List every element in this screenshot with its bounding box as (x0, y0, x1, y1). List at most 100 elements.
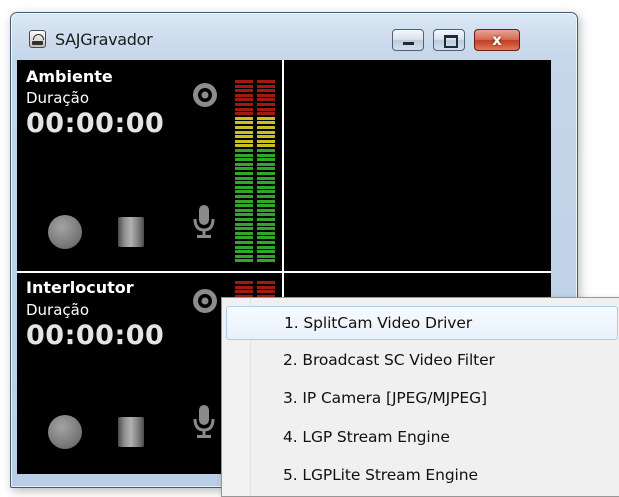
vu-segment (257, 139, 275, 143)
panel-title-ambiente: Ambiente (26, 67, 113, 86)
vu-segment (257, 116, 275, 120)
menu-item-broadcast-sc-video-filter[interactable]: 2. Broadcast SC Video Filter (226, 343, 618, 377)
vu-segment (257, 195, 275, 198)
vu-segment (235, 181, 253, 185)
vu-segment (235, 227, 253, 231)
vu-segment (235, 245, 253, 249)
vu-segment (257, 112, 275, 116)
vu-segment (235, 98, 253, 102)
vu-segment (235, 176, 253, 180)
vu-segment (257, 208, 275, 212)
title-bar[interactable]: SAJGravador x (11, 13, 577, 65)
vu-segment (257, 181, 275, 185)
vu-segment (257, 290, 275, 294)
vu-segment (235, 236, 253, 240)
vu-segment (235, 218, 253, 221)
microphone-icon[interactable] (192, 405, 216, 439)
vu-segment (257, 149, 275, 152)
app-recorder-icon[interactable] (29, 30, 46, 48)
record-button[interactable] (48, 415, 82, 449)
duration-timer: 00:00:00 (26, 320, 165, 351)
vu-segment (235, 126, 253, 129)
vu-segment (257, 103, 275, 106)
record-button[interactable] (48, 215, 82, 249)
vu-segment (257, 231, 275, 235)
vu-segment (257, 199, 275, 203)
vu-segment (235, 172, 253, 175)
vu-segment (235, 167, 253, 171)
vu-segment (235, 208, 253, 212)
vu-segment (257, 121, 275, 125)
vu-segment (235, 107, 253, 111)
vu-segment (257, 130, 275, 134)
vu-segment (257, 285, 275, 289)
vu-meter-column-right (257, 80, 275, 265)
vu-segment (257, 185, 275, 189)
menu-item-lgplite-stream-engine[interactable]: 5. LGPLite Stream Engine (226, 458, 618, 492)
vu-segment (257, 93, 275, 97)
vu-segment (235, 213, 253, 217)
vu-segment (257, 281, 275, 284)
vu-segment (257, 167, 275, 171)
vu-segment (235, 89, 253, 93)
vu-segment (257, 89, 275, 93)
vu-segment (257, 227, 275, 231)
vu-segment (257, 218, 275, 221)
vu-segment (257, 172, 275, 175)
vu-segment (235, 112, 253, 116)
vu-segment (235, 144, 253, 148)
duration-timer: 00:00:00 (26, 108, 165, 139)
vu-segment (235, 285, 253, 289)
vu-segment (235, 84, 253, 88)
vu-segment (235, 116, 253, 120)
vu-segment (257, 241, 275, 244)
audio-level-meter (235, 80, 276, 265)
close-button[interactable]: x (474, 29, 520, 51)
close-icon: x (492, 31, 502, 49)
vu-segment (235, 195, 253, 198)
video-source-context-menu: 1. SplitCam Video Driver 2. Broadcast SC… (221, 297, 619, 497)
stop-button[interactable] (118, 417, 144, 447)
vu-segment (235, 190, 253, 194)
stop-button[interactable] (118, 217, 144, 247)
microphone-icon[interactable] (192, 205, 216, 239)
vu-segment (235, 254, 253, 258)
vu-segment (257, 190, 275, 194)
vu-segment (257, 222, 275, 226)
menu-item-splitcam-video-driver[interactable]: 1. SplitCam Video Driver (226, 306, 618, 340)
minimize-button[interactable] (392, 29, 424, 51)
vu-segment (257, 126, 275, 129)
menu-item-lgp-stream-engine[interactable]: 4. LGP Stream Engine (226, 420, 618, 454)
duration-label: Duração (26, 89, 90, 107)
minimize-icon (403, 42, 414, 45)
vu-segment (257, 259, 275, 263)
vu-segment (257, 213, 275, 217)
camera-lens-icon[interactable] (192, 288, 218, 314)
menu-item-ip-camera[interactable]: 3. IP Camera [JPEG/MJPEG] (226, 381, 618, 415)
vu-segment (257, 144, 275, 148)
vu-segment (257, 107, 275, 111)
vu-segment (235, 103, 253, 106)
vu-segment (235, 250, 253, 254)
vu-segment (257, 153, 275, 157)
vu-segment (235, 162, 253, 166)
camera-lens-icon[interactable] (192, 82, 218, 108)
vu-segment (235, 185, 253, 189)
vu-segment (235, 290, 253, 294)
vu-segment (235, 231, 253, 235)
vu-meter-column-left (235, 80, 253, 265)
maximize-icon (444, 35, 458, 48)
vu-segment (235, 259, 253, 263)
window-title: SAJGravador (55, 30, 153, 49)
vu-segment (257, 236, 275, 240)
maximize-button[interactable] (433, 29, 465, 51)
vu-segment (235, 199, 253, 203)
vu-segment (235, 204, 253, 208)
vu-segment (257, 254, 275, 258)
vu-segment (235, 130, 253, 134)
vu-segment (235, 158, 253, 162)
vu-segment (235, 241, 253, 244)
vu-segment (257, 135, 275, 139)
vu-segment (257, 250, 275, 254)
vu-segment (235, 121, 253, 125)
